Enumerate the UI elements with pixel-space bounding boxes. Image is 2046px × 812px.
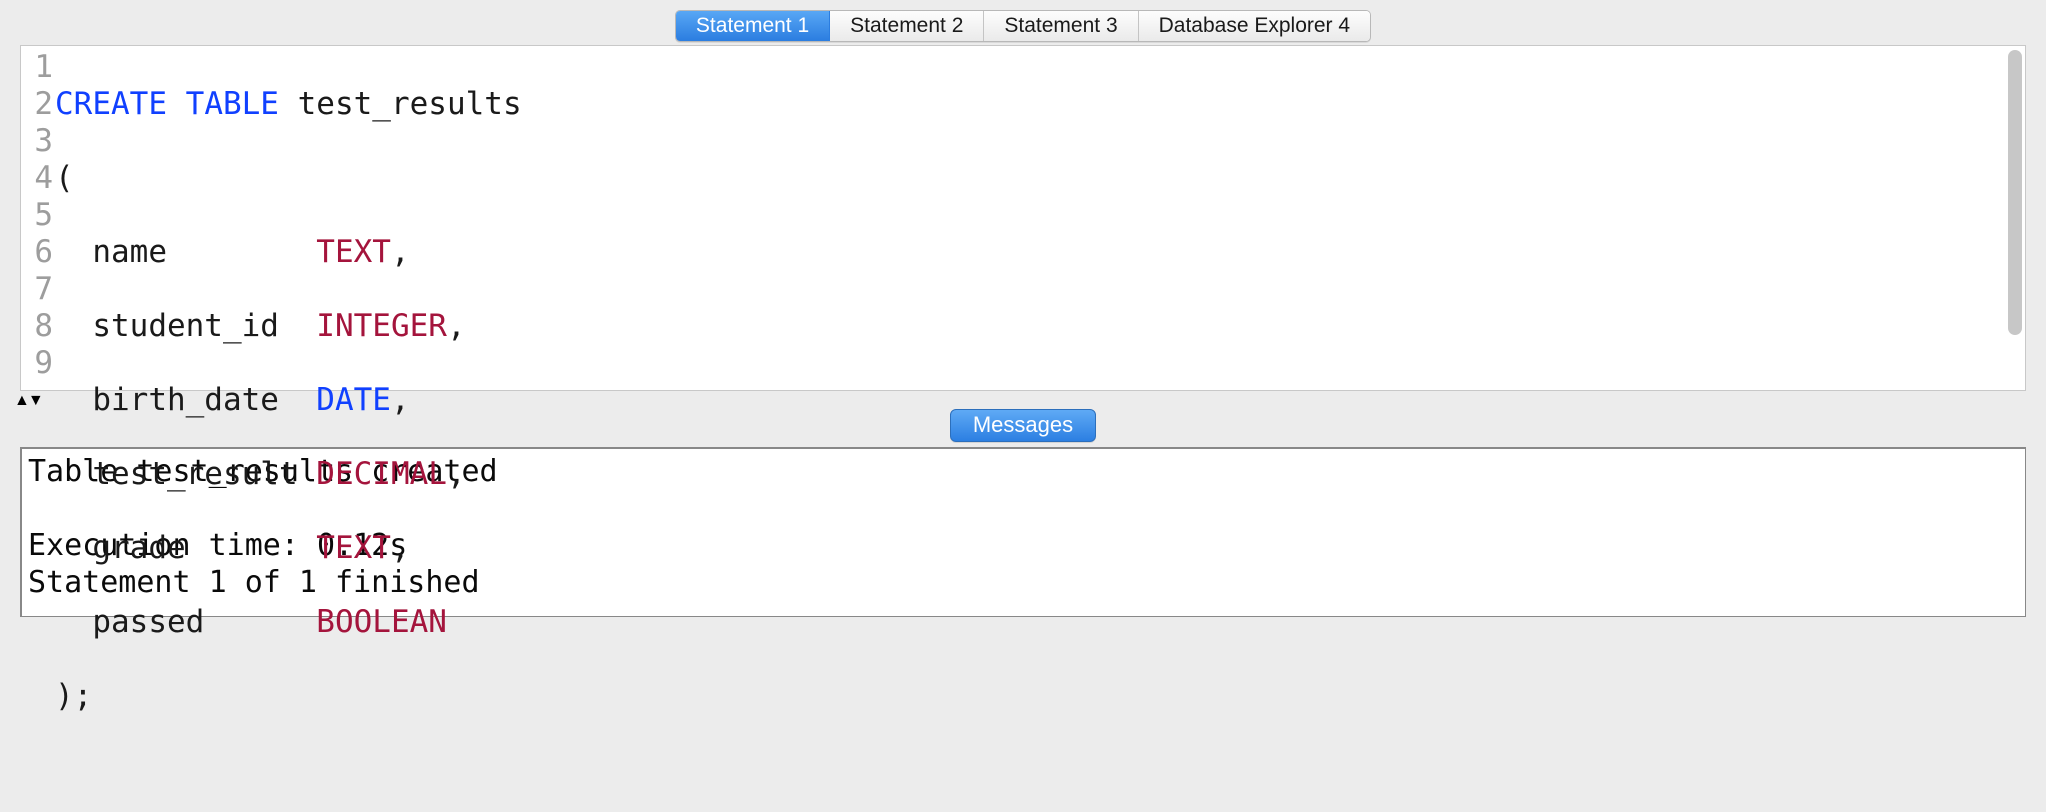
code-line[interactable]: CREATE TABLE test_results [55, 86, 2025, 123]
tab-database-explorer-4[interactable]: Database Explorer 4 [1139, 11, 1370, 41]
line-number: 7 [21, 271, 55, 308]
line-number: 5 [21, 197, 55, 234]
editor-scrollbar[interactable] [2008, 50, 2022, 335]
code-line[interactable]: name TEXT, [55, 234, 2025, 271]
line-number-gutter: 1 2 3 4 5 6 7 8 9 [21, 46, 55, 390]
code-line[interactable]: passed BOOLEAN [55, 604, 2025, 641]
tab-statement-2[interactable]: Statement 2 [830, 11, 984, 41]
sql-editor[interactable]: 1 2 3 4 5 6 7 8 9 CREATE TABLE test_resu… [21, 46, 2025, 390]
line-number: 4 [21, 160, 55, 197]
code-line[interactable]: ( [55, 160, 2025, 197]
sql-editor-panel: 1 2 3 4 5 6 7 8 9 CREATE TABLE test_resu… [20, 45, 2026, 391]
line-number: 2 [21, 86, 55, 123]
line-number: 6 [21, 234, 55, 271]
code-area[interactable]: CREATE TABLE test_results ( name TEXT, s… [55, 46, 2025, 390]
code-line[interactable]: birth_date DATE, [55, 382, 2025, 419]
tab-statement-3[interactable]: Statement 3 [984, 11, 1138, 41]
line-number: 9 [21, 345, 55, 382]
tab-group: Statement 1 Statement 2 Statement 3 Data… [675, 10, 1371, 42]
code-line[interactable]: student_id INTEGER, [55, 308, 2025, 345]
code-line[interactable]: grade TEXT, [55, 530, 2025, 567]
code-line[interactable]: ); [55, 678, 2025, 715]
splitter-handle-icon[interactable]: ▲▼ [14, 396, 42, 405]
tab-statement-1[interactable]: Statement 1 [676, 11, 830, 41]
line-number: 3 [21, 123, 55, 160]
line-number: 8 [21, 308, 55, 345]
main-tabbar: Statement 1 Statement 2 Statement 3 Data… [0, 0, 2046, 45]
code-line[interactable]: test_result DECIMAL, [55, 456, 2025, 493]
line-number: 1 [21, 49, 55, 86]
